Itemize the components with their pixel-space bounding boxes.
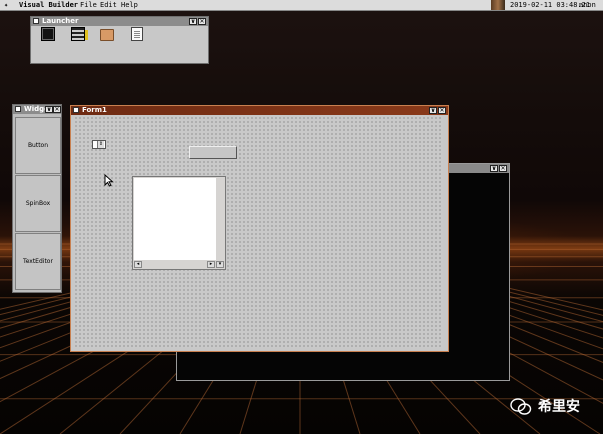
launcher-titlebar[interactable]: Launcher ∨ ✕: [31, 17, 208, 26]
form-window: Form1 ∨ ✕ ⇕ ◂ ▸ ▾: [70, 105, 449, 352]
window-icon: [15, 106, 21, 112]
menu-file[interactable]: File: [80, 0, 97, 10]
scroll-left-arrow-icon[interactable]: ◂: [134, 261, 142, 268]
scroll-right-arrow-icon[interactable]: ▸: [207, 261, 215, 268]
menubar: ✦ Visual Builder File Edit Help 2019-02-…: [0, 0, 603, 11]
folder-icon[interactable]: [100, 29, 114, 41]
username: anon: [579, 1, 596, 9]
spinbox-widget[interactable]: ⇕: [92, 140, 106, 149]
texteditor-widget[interactable]: ◂ ▸ ▾: [132, 176, 226, 270]
watermark: 希里安: [510, 397, 600, 417]
film-icon-accent: [85, 30, 88, 40]
close-button[interactable]: ✕: [53, 106, 61, 113]
minimize-button[interactable]: ∨: [189, 18, 197, 25]
button-widget[interactable]: [189, 146, 237, 159]
minimize-button[interactable]: ∨: [429, 107, 437, 114]
mouse-cursor-icon: [104, 174, 114, 187]
system-logo-icon[interactable]: ✦: [4, 0, 8, 10]
film-icon[interactable]: [71, 27, 88, 41]
form-title: Form1: [82, 106, 107, 114]
palette-item-spinbox[interactable]: SpinBox: [15, 175, 61, 232]
document-lines: [134, 31, 140, 32]
menu-edit[interactable]: Edit: [100, 0, 117, 10]
scroll-down-arrow-icon[interactable]: ▾: [216, 261, 224, 268]
form-titlebar[interactable]: Form1 ∨ ✕: [71, 106, 448, 115]
minimize-button[interactable]: ∨: [45, 106, 53, 113]
palette-item-button[interactable]: Button: [15, 117, 61, 174]
palette-titlebar[interactable]: Widge ∨ ✕: [13, 105, 61, 114]
window-icon: [73, 107, 79, 113]
user-avatar: [491, 0, 505, 10]
widgets-palette-window: Widge ∨ ✕ Button SpinBox TextEditor: [12, 104, 62, 293]
spin-arrows-icon[interactable]: ⇕: [97, 141, 104, 148]
app-name[interactable]: Visual Builder: [19, 0, 78, 10]
window-icon: [33, 18, 39, 24]
palette-item-label: Button: [27, 142, 49, 149]
launcher-window: Launcher ∨ ✕: [30, 16, 209, 64]
close-button[interactable]: ✕: [198, 18, 206, 25]
close-button[interactable]: ✕: [438, 107, 446, 114]
texteditor-text-area[interactable]: [134, 178, 216, 260]
palette-item-texteditor[interactable]: TextEditor: [15, 233, 61, 290]
minimize-button[interactable]: ∨: [490, 165, 498, 172]
watermark-text: 希里安: [538, 399, 580, 415]
close-button[interactable]: ✕: [499, 165, 507, 172]
desktop: ✦ Visual Builder File Edit Help 2019-02-…: [0, 0, 603, 434]
wechat-icon: [510, 398, 532, 415]
menu-help[interactable]: Help: [121, 0, 138, 10]
document-icon[interactable]: [131, 27, 143, 41]
palette-item-label: TextEditor: [23, 258, 53, 265]
launcher-title: Launcher: [42, 17, 79, 25]
palette-item-label: SpinBox: [25, 200, 51, 207]
terminal-icon[interactable]: [41, 27, 55, 41]
form-design-canvas[interactable]: ⇕ ◂ ▸ ▾: [74, 116, 443, 348]
